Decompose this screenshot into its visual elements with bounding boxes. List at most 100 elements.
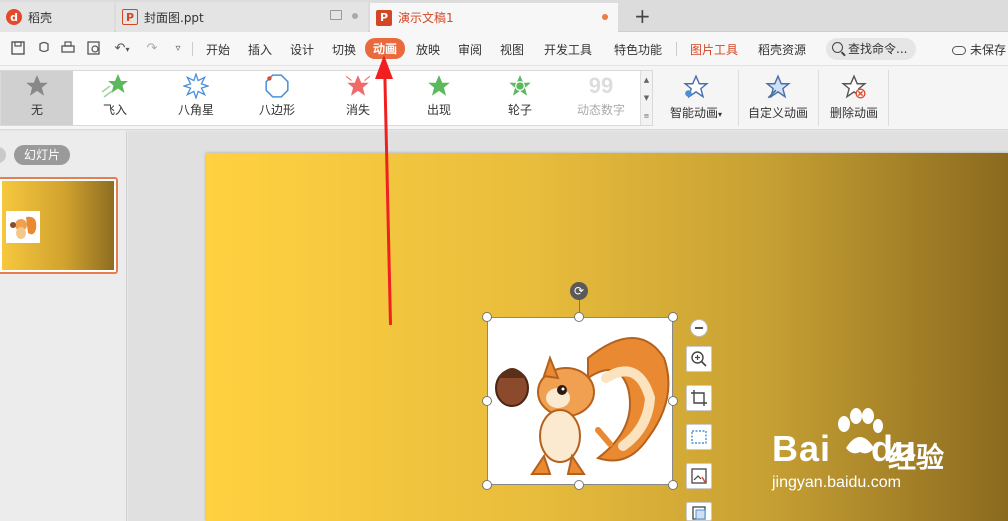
gallery-label: 飞入 [102, 103, 127, 117]
octagon-icon [237, 71, 317, 101]
delete-animation-button[interactable]: 删除动画 [824, 70, 884, 126]
ribbon-divider [888, 70, 889, 126]
gallery-label: 动态数字 [576, 103, 625, 117]
thumbnail-squirrel-image [6, 211, 40, 243]
selected-picture[interactable] [487, 317, 673, 485]
gallery-label: 无 [30, 103, 43, 117]
animation-gallery: 无 飞入 八角星 八边形 消失 出现 轮子 99 动态数字 ▲ ▼ ≡ [0, 70, 653, 126]
fly-in-star-icon [75, 71, 155, 101]
crop-icon [691, 390, 707, 406]
resize-handle-top-right[interactable] [668, 312, 678, 322]
animation-ribbon: 无 飞入 八角星 八边形 消失 出现 轮子 99 动态数字 ▲ ▼ ≡ 智能动画… [0, 66, 1008, 130]
ribbon-divider [738, 70, 739, 126]
watermark-cn: 经验 [888, 441, 945, 474]
menu-transition[interactable]: 切换 [332, 41, 356, 58]
tab-docer[interactable]: d 稻壳 [0, 2, 114, 32]
ppt-file-icon: P [376, 9, 392, 26]
custom-animation-icon [744, 70, 812, 104]
animation-eight-point-star[interactable]: 八角星 [156, 71, 236, 125]
menu-docer-resources[interactable]: 稻壳资源 [758, 41, 806, 58]
resize-handle-top-left[interactable] [482, 312, 492, 322]
picture-frame-button[interactable] [686, 424, 712, 450]
button-label: 智能动画 [669, 106, 718, 120]
panel-collapse-handle[interactable] [0, 147, 6, 163]
animation-none[interactable]: 无 [1, 71, 73, 125]
squirrel-image [495, 337, 670, 475]
unsaved-dot-icon [602, 14, 608, 20]
menu-view[interactable]: 视图 [500, 41, 524, 58]
menu-start[interactable]: 开始 [206, 41, 230, 58]
watermark-url: jingyan.baidu.com [772, 474, 901, 491]
resize-handle-right[interactable] [668, 396, 678, 406]
docer-logo-icon: d [6, 9, 22, 25]
resize-handle-left[interactable] [482, 396, 492, 406]
tab-cover-ppt[interactable]: P 封面图.ppt [116, 2, 368, 32]
menu-features[interactable]: 特色功能 [614, 41, 662, 58]
resize-handle-bottom-right[interactable] [668, 480, 678, 490]
button-label: 删除动画 [829, 106, 878, 120]
menu-design[interactable]: 设计 [290, 41, 314, 58]
gallery-scrollbar[interactable]: ▲ ▼ ≡ [640, 71, 652, 125]
menu-developer[interactable]: 开发工具 [544, 41, 592, 58]
cloud-save-status[interactable]: 未保存 [952, 41, 1006, 58]
appear-star-icon [399, 71, 479, 101]
redo-icon[interactable]: ↷ [144, 41, 160, 57]
tab-label: 演示文稿1 [398, 11, 454, 25]
resize-handle-top[interactable] [574, 312, 584, 322]
search-icon [832, 42, 843, 53]
unsaved-label: 未保存 [970, 43, 1007, 57]
new-tab-plus-icon[interactable]: + [634, 4, 651, 28]
picture-effect-icon [691, 468, 707, 484]
animation-octagon[interactable]: 八边形 [237, 71, 317, 125]
smart-animation-button[interactable]: 智能动画▾ [664, 70, 728, 126]
picture-effects-button[interactable] [686, 463, 712, 489]
tab-bar: d 稻壳 P 封面图.ppt P 演示文稿1 + [0, 0, 1008, 32]
rotate-handle-icon[interactable]: ⟳ [570, 282, 588, 300]
cloud-icon [952, 46, 966, 55]
menu-slideshow[interactable]: 放映 [416, 41, 440, 58]
more-picture-tools-button[interactable] [686, 502, 712, 521]
slides-tab[interactable]: 幻灯片 [14, 145, 71, 165]
collapse-tools-icon[interactable] [690, 319, 708, 337]
print-preview-icon[interactable] [86, 41, 102, 57]
button-label: 自定义动画 [747, 106, 808, 120]
annotation-arrow-head-icon [375, 55, 393, 79]
tab-status-dot-icon [352, 13, 358, 19]
picture-layers-icon [692, 506, 706, 520]
gallery-label: 八边形 [258, 103, 295, 117]
slides-panel: 幻灯片 [0, 131, 127, 521]
animation-fly-in[interactable]: 飞入 [75, 71, 155, 125]
dynamic-number-icon: 99 [588, 73, 614, 98]
export-icon[interactable] [36, 41, 52, 57]
zoom-picture-button[interactable] [686, 346, 712, 372]
ribbon-divider [818, 70, 819, 126]
monitor-icon[interactable] [330, 10, 342, 20]
ppt-file-icon: P [122, 9, 138, 25]
wheel-star-icon [480, 71, 560, 101]
frame-icon [691, 430, 707, 444]
tab-label: 稻壳 [28, 10, 53, 25]
resize-handle-bottom-left[interactable] [482, 480, 492, 490]
animation-wheel[interactable]: 轮子 [480, 71, 560, 125]
animation-appear[interactable]: 出现 [399, 71, 479, 125]
menu-picture-tools[interactable]: 图片工具 [690, 41, 738, 58]
menu-review[interactable]: 审阅 [458, 41, 482, 58]
menu-insert[interactable]: 插入 [248, 41, 272, 58]
undo-icon[interactable]: ↶▾ [110, 41, 134, 57]
tab-presentation1[interactable]: P 演示文稿1 [370, 2, 618, 32]
resize-handle-bottom[interactable] [574, 480, 584, 490]
animation-dynamic-number[interactable]: 99 动态数字 [561, 71, 641, 125]
delete-animation-icon [824, 70, 884, 104]
save-icon[interactable] [10, 41, 26, 57]
crop-picture-button[interactable] [686, 385, 712, 411]
star-gray-icon [1, 71, 73, 101]
slide-thumbnail-1[interactable] [0, 177, 118, 274]
smart-animation-icon [664, 70, 728, 104]
thumbnail-background [2, 181, 114, 270]
print-icon[interactable] [60, 41, 76, 57]
customize-toolbar-icon[interactable]: ▿ [170, 41, 186, 57]
menu-divider [676, 42, 677, 56]
custom-animation-button[interactable]: 自定义动画 [744, 70, 812, 126]
command-search[interactable]: 查找命令... [826, 38, 916, 60]
eight-point-star-icon [156, 71, 236, 101]
